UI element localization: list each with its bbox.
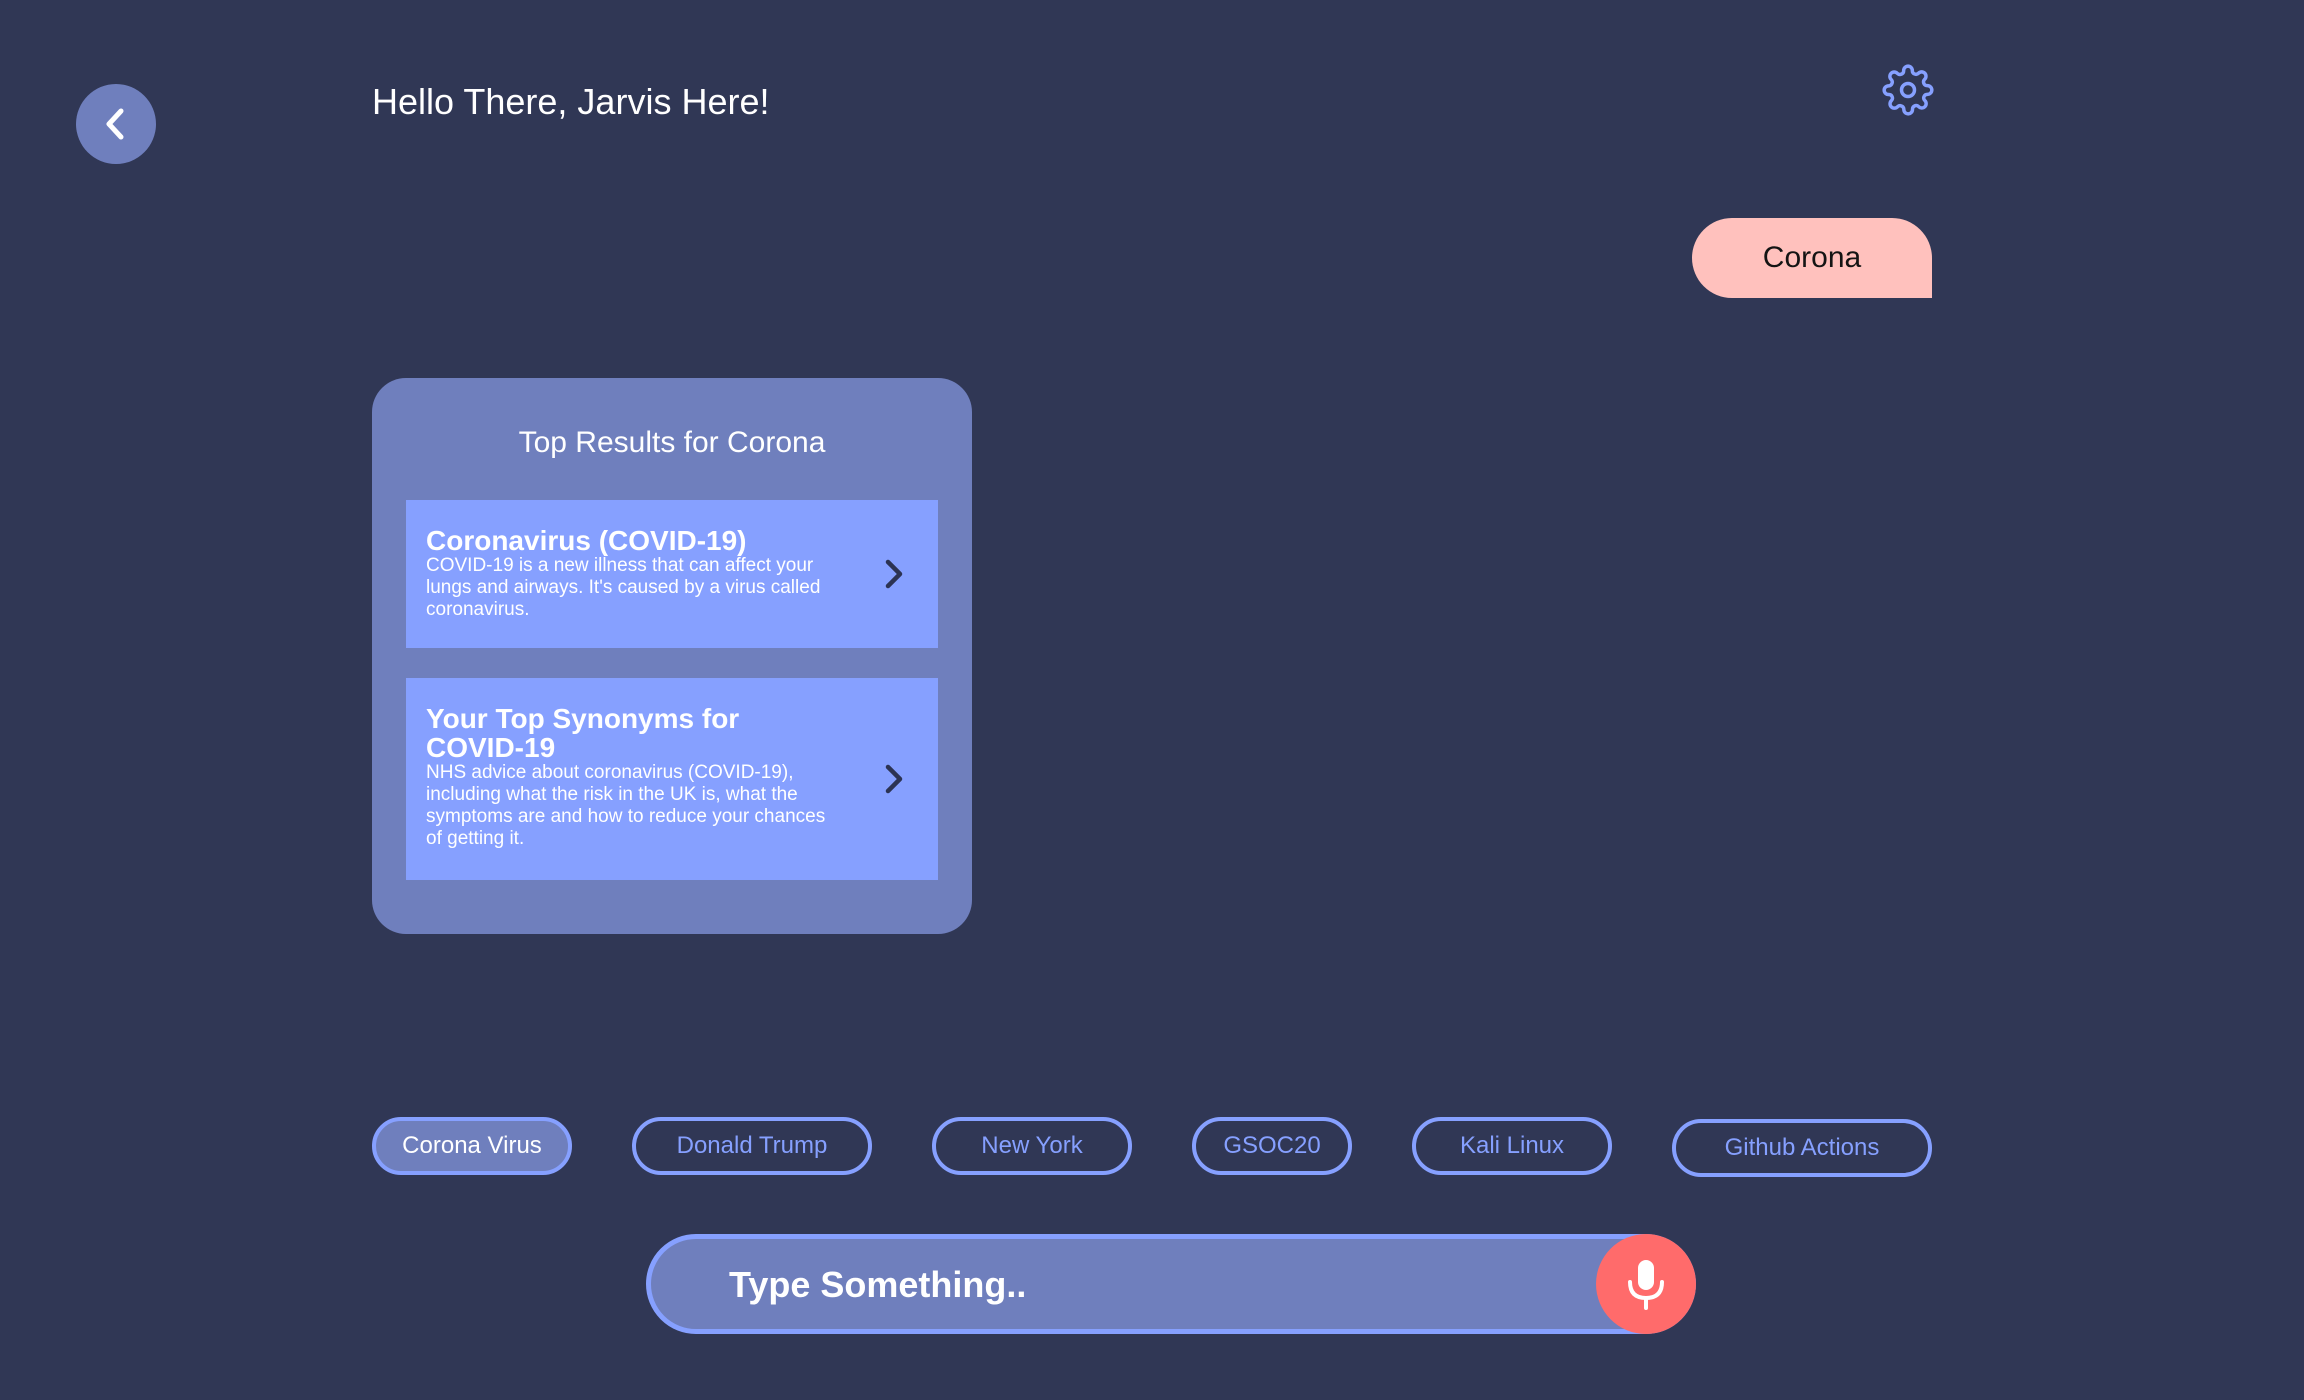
results-card: Top Results for Corona Coronavirus (COVI… (372, 378, 972, 934)
result-item-description: NHS advice about coronavirus (COVID-19),… (426, 762, 826, 849)
user-message-bubble: Corona (1692, 218, 1932, 298)
suggestion-chip-github-actions[interactable]: Github Actions (1672, 1119, 1932, 1177)
gear-icon (1882, 64, 1934, 116)
suggestion-chip-donald-trump[interactable]: Donald Trump (632, 1117, 872, 1175)
back-button[interactable] (76, 84, 156, 164)
microphone-button[interactable] (1596, 1234, 1696, 1334)
suggestion-chip-corona-virus[interactable]: Corona Virus (372, 1117, 572, 1175)
result-item-title: Coronavirus (COVID-19) (426, 525, 747, 556)
result-item-title: Your Top Synonyms for COVID-19 (426, 703, 740, 763)
result-item-description: COVID-19 is a new illness that can affec… (426, 555, 821, 620)
chevron-right-icon (885, 559, 903, 589)
settings-button[interactable] (1882, 64, 1934, 116)
greeting-title: Hello There, Jarvis Here! (372, 81, 770, 122)
user-message-text: Corona (1762, 241, 1862, 274)
results-title: Top Results for Corona (518, 426, 826, 459)
result-item-synonyms[interactable]: Your Top Synonyms for COVID-19 NHS advic… (406, 678, 938, 880)
chevron-right-icon (885, 764, 903, 794)
message-input[interactable] (727, 1239, 1531, 1331)
suggestion-chip-kali-linux[interactable]: Kali Linux (1412, 1117, 1612, 1175)
message-input-bar (646, 1234, 1696, 1334)
suggestion-chip-gsoc20[interactable]: GSOC20 (1192, 1117, 1352, 1175)
microphone-icon (1628, 1260, 1664, 1310)
result-item-coronavirus[interactable]: Coronavirus (COVID-19) COVID-19 is a new… (406, 500, 938, 648)
suggestion-chip-new-york[interactable]: New York (932, 1117, 1132, 1175)
chevron-left-icon (106, 108, 124, 140)
